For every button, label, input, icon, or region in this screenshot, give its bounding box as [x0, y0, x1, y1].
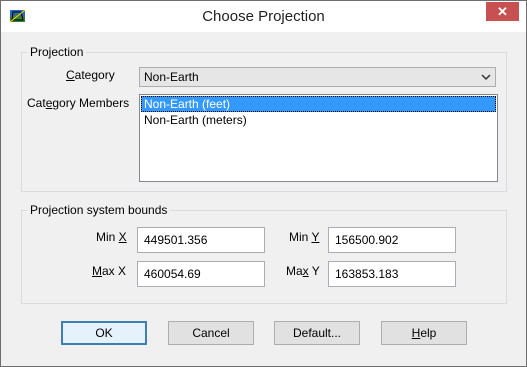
category-selected-value: Non-Earth — [144, 70, 199, 84]
close-button[interactable]: ✕ — [486, 2, 519, 21]
max-x-label: Max X — [92, 264, 127, 278]
min-y-input[interactable]: 156500.902 — [328, 227, 456, 253]
projection-group-label: Projection — [27, 45, 87, 59]
choose-projection-dialog: Choose Projection ✕ Projection Category … — [0, 0, 527, 367]
bounds-group — [21, 210, 507, 304]
category-combobox[interactable]: Non-Earth — [139, 67, 496, 87]
dialog-title: Choose Projection — [202, 8, 325, 25]
ok-button[interactable]: OK — [61, 321, 147, 345]
max-x-input[interactable]: 460054.69 — [137, 261, 265, 287]
bounds-group-label: Projection system bounds — [27, 203, 171, 217]
min-x-input[interactable]: 449501.356 — [137, 227, 265, 253]
max-y-label: Max Y — [286, 264, 320, 278]
min-y-label: Min Y — [289, 230, 320, 244]
cancel-button[interactable]: Cancel — [168, 321, 254, 345]
list-item[interactable]: Non-Earth (feet) — [141, 96, 496, 112]
title-bar[interactable]: Choose Projection ✕ — [1, 1, 526, 32]
max-y-input[interactable]: 163853.183 — [328, 261, 456, 287]
category-members-list[interactable]: Non-Earth (feet) Non-Earth (meters) — [139, 94, 498, 182]
chevron-down-icon — [481, 74, 491, 81]
min-x-label: Min X — [96, 230, 127, 244]
default-button[interactable]: Default... — [274, 321, 360, 345]
category-members-label: Category Members — [27, 96, 130, 110]
category-label: Category — [66, 68, 115, 82]
close-icon: ✕ — [497, 4, 508, 19]
help-button[interactable]: Help — [381, 321, 467, 345]
list-item[interactable]: Non-Earth (meters) — [141, 112, 496, 128]
